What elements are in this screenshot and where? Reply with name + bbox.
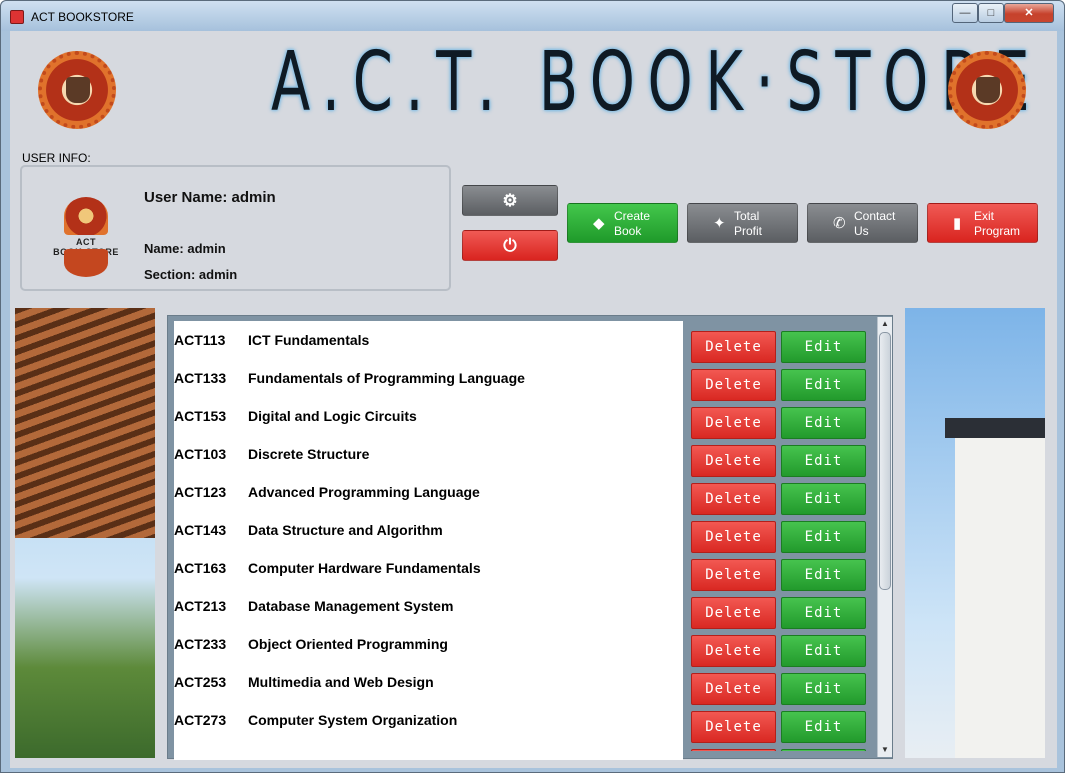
- book-code: ACT103: [174, 446, 227, 462]
- tag-icon: ◆: [593, 215, 605, 232]
- book-title: Computer Hardware Fundamentals: [248, 560, 481, 576]
- user-info-label: USER INFO:: [22, 151, 91, 165]
- user-name-text: User Name: admin: [144, 189, 276, 206]
- book-title: Computer System Organization: [248, 712, 458, 728]
- book-row: ACT113 ICT Fundamentals Delete Edit: [168, 321, 888, 363]
- window-title: ACT BOOKSTORE: [31, 10, 134, 24]
- java-app-icon: [10, 10, 24, 24]
- book-row: ACT273 Computer System Organization Delete…: [168, 701, 888, 743]
- book-row: ACT143 Data Structure and Algorithm Delete…: [168, 511, 888, 553]
- campus-photo-left: [15, 308, 155, 758]
- college-seal-logo: [948, 51, 1026, 129]
- power-icon: ⏻: [503, 236, 517, 255]
- contact-us-button[interactable]: ✆ Contact Us: [807, 203, 918, 243]
- book-code: ACT113: [174, 332, 226, 348]
- book-code: ACT163: [174, 560, 227, 576]
- create-book-label: Create Book: [614, 209, 651, 238]
- total-profit-label: Total Profit: [734, 209, 763, 238]
- user-info-panel: ACT BOOK·STORE User Name: admin Name: ad…: [20, 165, 451, 291]
- logout-button[interactable]: ⏻: [462, 230, 558, 261]
- phone-icon: ✆: [833, 215, 846, 232]
- book-row: ACT233 Object Oriented Programming Delete E…: [168, 625, 888, 667]
- book-title: ICT Fundamentals: [248, 332, 370, 348]
- vertical-scrollbar[interactable]: ▲ ▼: [877, 317, 892, 757]
- banner-title: A.C.T. BOOK·STORE: [271, 35, 1043, 130]
- book-title: Database Management System: [248, 598, 454, 614]
- minimize-button[interactable]: —: [952, 3, 978, 23]
- exit-program-button[interactable]: ▮ Exit Program: [927, 203, 1038, 243]
- book-title: Multimedia and Web Design: [248, 674, 434, 690]
- book-row-partial: [168, 739, 888, 751]
- book-code: ACT153: [174, 408, 227, 424]
- title-bar[interactable]: ACT BOOKSTORE — □ ✕: [1, 1, 1064, 31]
- book-title: Advanced Programming Language: [248, 484, 480, 500]
- exit-door-icon: ▮: [953, 215, 962, 232]
- exit-program-label: Exit Program: [974, 209, 1021, 238]
- book-code: ACT133: [174, 370, 227, 386]
- total-profit-button[interactable]: ✦ Total Profit: [687, 203, 798, 243]
- create-book-button[interactable]: ◆ Create Book: [567, 203, 678, 243]
- book-title: Discrete Structure: [248, 446, 370, 462]
- settings-button[interactable]: ⚙: [462, 185, 558, 216]
- university-seal-logo: [38, 51, 116, 129]
- scrollbar-thumb[interactable]: [879, 332, 891, 590]
- book-code: ACT143: [174, 522, 227, 538]
- book-code: ACT213: [174, 598, 227, 614]
- book-code: ACT253: [174, 674, 227, 690]
- contact-us-label: Contact Us: [854, 209, 896, 238]
- main-panel: A.C.T. BOOK·STORE USER INFO: ACT BOOK·ST…: [10, 31, 1057, 768]
- book-title: Fundamentals of Programming Language: [248, 370, 525, 386]
- edit-button[interactable]: [781, 749, 866, 751]
- book-title: Digital and Logic Circuits: [248, 408, 417, 424]
- campus-photo-right: [905, 308, 1045, 758]
- book-code: ACT233: [174, 636, 227, 652]
- book-row: ACT103 Discrete Structure Delete Edit: [168, 435, 888, 477]
- header-banner: A.C.T. BOOK·STORE: [10, 31, 1057, 151]
- book-row: ACT133 Fundamentals of Programming Langua…: [168, 359, 888, 401]
- app-window: ACT BOOKSTORE — □ ✕ A.C.T. BOOK·STORE US…: [0, 0, 1065, 773]
- name-text: Name: admin: [144, 241, 226, 256]
- book-code: ACT123: [174, 484, 227, 500]
- book-title: Object Oriented Programming: [248, 636, 448, 652]
- book-row: ACT213 Database Management System Delete Ed…: [168, 587, 888, 629]
- book-row: ACT123 Advanced Programming Language Delet…: [168, 473, 888, 515]
- close-button[interactable]: ✕: [1004, 3, 1054, 23]
- act-bookstore-logo: ACT BOOK·STORE: [45, 197, 127, 279]
- scroll-up-arrow-icon[interactable]: ▲: [878, 317, 892, 331]
- book-row: ACT253 Multimedia and Web Design Delete Edi…: [168, 663, 888, 705]
- book-row: ACT153 Digital and Logic Circuits Delete Ed…: [168, 397, 888, 439]
- scroll-down-arrow-icon[interactable]: ▼: [878, 743, 892, 757]
- maximize-button[interactable]: □: [978, 3, 1004, 23]
- delete-button[interactable]: [691, 749, 776, 751]
- gear-search-icon: ⚙: [502, 191, 518, 210]
- handshake-icon: ✦: [713, 215, 726, 232]
- book-list-panel: ACT113 ICT Fundamentals Delete Edit ACT133 Fu…: [167, 315, 893, 760]
- section-text: Section: admin: [144, 267, 238, 282]
- book-code: ACT273: [174, 712, 227, 728]
- book-row: ACT163 Computer Hardware Fundamentals Dele…: [168, 549, 888, 591]
- book-title: Data Structure and Algorithm: [248, 522, 443, 538]
